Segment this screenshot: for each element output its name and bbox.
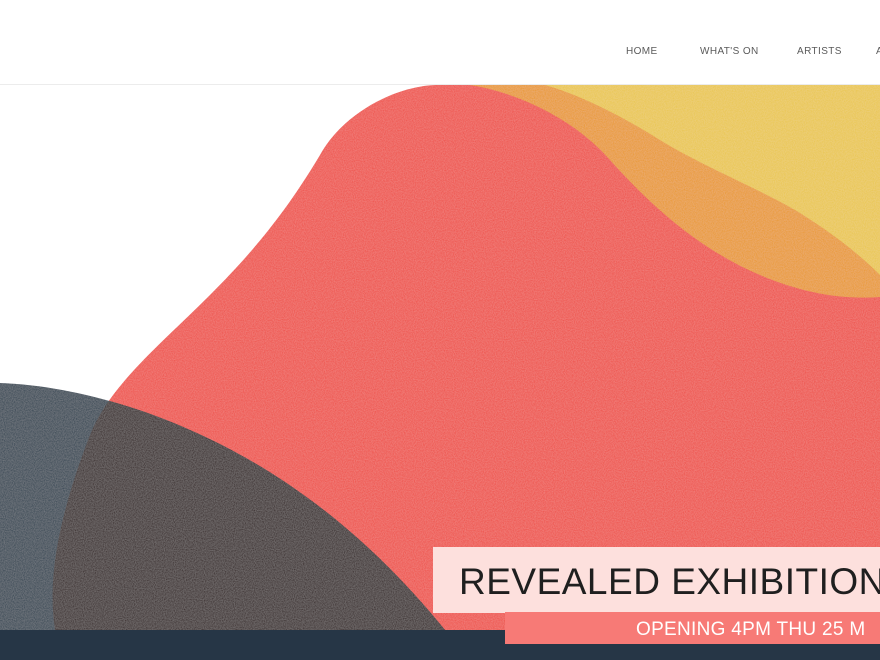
nav-item-home[interactable]: HOME xyxy=(626,46,658,57)
nav-item-whats-on[interactable]: WHAT'S ON xyxy=(700,46,759,57)
nav-item-artists[interactable]: ARTISTS xyxy=(797,46,842,57)
site-header: HOME WHAT'S ON ARTISTS A xyxy=(0,0,880,85)
opening-date-banner[interactable]: OPENING 4PM THU 25 M xyxy=(505,612,880,644)
main-nav: HOME WHAT'S ON ARTISTS A xyxy=(0,46,880,62)
exhibition-title-banner[interactable]: REVEALED EXHIBITION xyxy=(433,547,880,613)
nav-item-truncated[interactable]: A xyxy=(876,46,880,57)
exhibition-title: REVEALED EXHIBITION xyxy=(459,561,880,602)
page: HOME WHAT'S ON ARTISTS A REVEALED EXHIBI… xyxy=(0,0,880,660)
opening-date-text: OPENING 4PM THU 25 M xyxy=(636,619,866,640)
